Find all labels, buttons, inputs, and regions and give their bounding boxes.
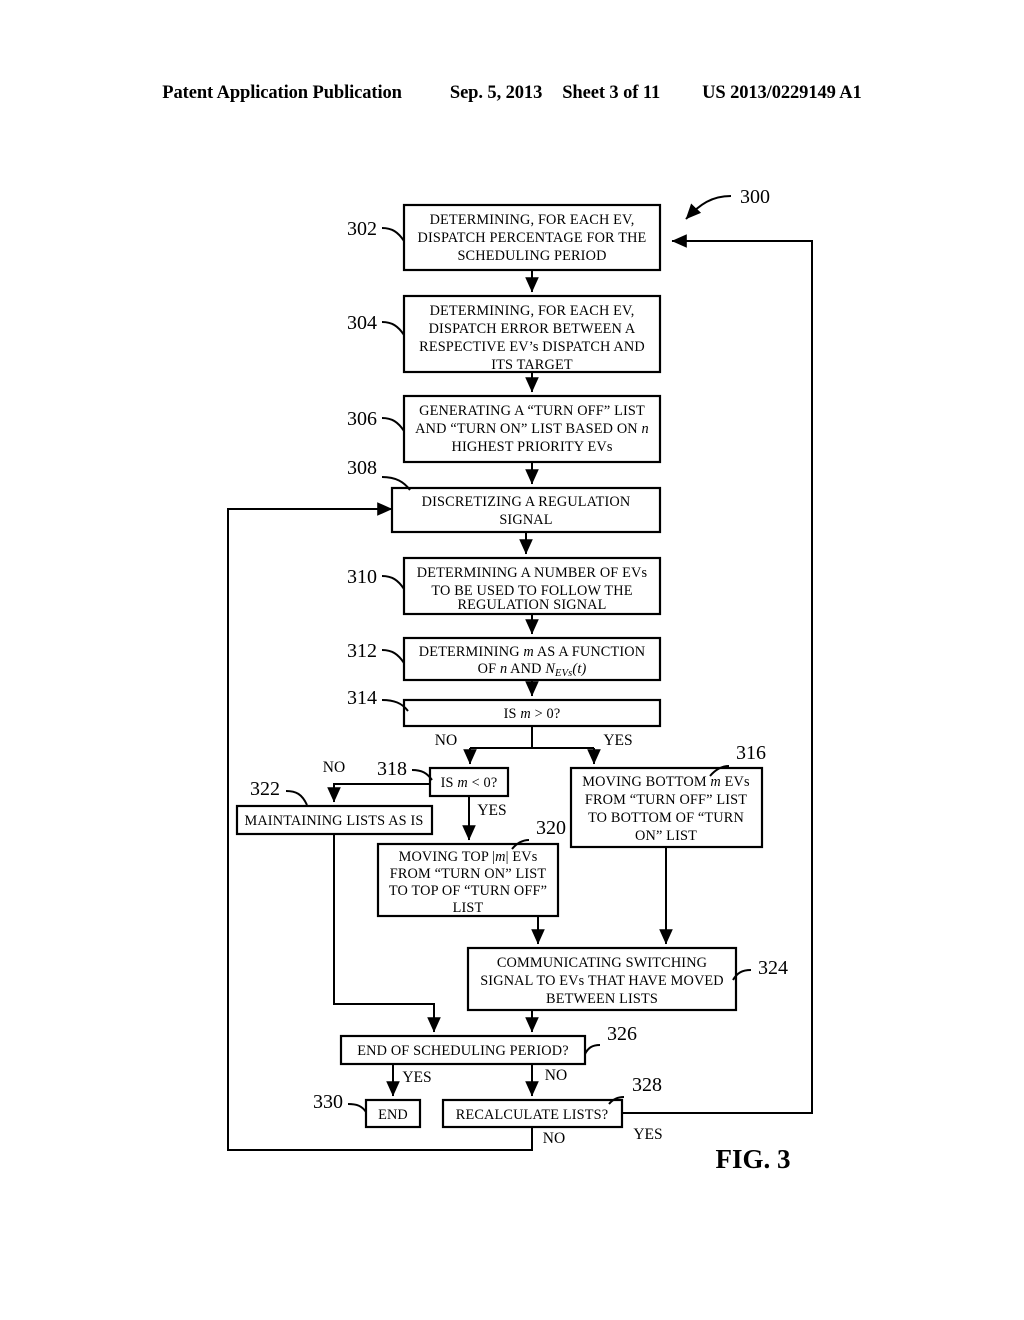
node-314: IS m > 0? 314: [347, 687, 662, 728]
node-318-line-0-render: IS m < 0?: [441, 775, 498, 791]
figure-3-flowchart: 300 DETERMINING, FOR EACH EV, DISPATCH P…: [0, 0, 1024, 1320]
node-324-line-1: SIGNAL TO EVs THAT HAVE MOVED: [480, 973, 724, 989]
node-314-line-0-render: IS m > 0?: [504, 706, 561, 722]
ref-label-306: 306: [347, 408, 377, 430]
node-310-line-0: DETERMINING A NUMBER OF EVs: [417, 565, 648, 581]
node-308-line-0: DISCRETIZING A REGULATION: [422, 494, 631, 510]
node-320-line-2: TO TOP OF “TURN OFF”: [389, 883, 547, 899]
node-316: MOVING BOTTOM m EVs FROM “TURN OFF” LIST…: [569, 742, 766, 849]
node-310: DETERMINING A NUMBER OF EVs TO BE USED T…: [347, 556, 662, 616]
ref-label-316: 316: [736, 742, 766, 764]
edge-label-314-no: NO: [435, 732, 457, 749]
node-302: DETERMINING, FOR EACH EV, DISPATCH PERCE…: [347, 203, 662, 272]
edge-label-328-yes: YES: [633, 1126, 662, 1143]
edge-326-yes: YES: [386, 1064, 432, 1097]
node-328: RECALCULATE LISTS? 328 YES NO: [441, 1074, 663, 1147]
edge-label-314-yes: YES: [603, 732, 632, 749]
node-306-line-1-render: AND “TURN ON” LIST BASED ON n: [415, 421, 649, 437]
edge-318-yes: YES: [462, 796, 507, 841]
edge-label-326-no: NO: [545, 1067, 567, 1084]
node-302-line-1: DISPATCH PERCENTAGE FOR THE: [418, 230, 647, 246]
node-304: DETERMINING, FOR EACH EV, DISPATCH ERROR…: [347, 294, 662, 374]
node-328-line-0: RECALCULATE LISTS?: [456, 1107, 608, 1123]
node-324-line-0: COMMUNICATING SWITCHING: [497, 955, 707, 971]
node-304-line-0: DETERMINING, FOR EACH EV,: [430, 303, 635, 319]
node-316-line-2: TO BOTTOM OF “TURN: [588, 810, 744, 826]
node-302-line-0: DETERMINING, FOR EACH EV,: [430, 212, 635, 228]
ref-label-304: 304: [347, 312, 377, 334]
flowchart-svg: 300 DETERMINING, FOR EACH EV, DISPATCH P…: [227, 186, 813, 1174]
node-316-line-0-render: MOVING BOTTOM m EVs: [582, 774, 750, 790]
ref-label-300: 300: [740, 186, 770, 208]
node-316-line-1: FROM “TURN OFF” LIST: [585, 792, 747, 808]
ref-label-328: 328: [632, 1074, 662, 1096]
node-310-line-2: REGULATION SIGNAL: [457, 597, 606, 613]
ref-label-326: 326: [607, 1023, 637, 1045]
node-308: DISCRETIZING A REGULATION SIGNAL 308: [347, 457, 662, 534]
diagram-ref-300: 300: [685, 186, 770, 220]
ref-label-302: 302: [347, 218, 377, 240]
node-322-line-0: MAINTAINING LISTS AS IS: [244, 813, 423, 829]
edge-label-326-yes: YES: [402, 1069, 431, 1086]
ref-label-310: 310: [347, 566, 377, 588]
edge-label-318-no: NO: [323, 759, 345, 776]
figure-label: FIG. 3: [715, 1144, 790, 1174]
ref-label-312: 312: [347, 640, 377, 662]
node-316-line-3: ON” LIST: [635, 828, 697, 844]
node-306-line-2: HIGHEST PRIORITY EVs: [451, 439, 612, 455]
node-304-line-2: RESPECTIVE EV’s DISPATCH AND: [419, 339, 645, 355]
node-302-line-2: SCHEDULING PERIOD: [457, 248, 606, 264]
ref-label-324: 324: [758, 957, 788, 979]
node-320-line-0-render: MOVING TOP |m| EVs: [399, 849, 538, 865]
node-330: END 330: [313, 1091, 422, 1129]
node-308-line-1: SIGNAL: [499, 512, 552, 528]
node-320-line-3: LIST: [453, 900, 484, 916]
ref-label-314: 314: [347, 687, 377, 709]
node-304-line-3: ITS TARGET: [491, 357, 573, 373]
node-326: END OF SCHEDULING PERIOD? 326: [339, 1023, 637, 1066]
node-304-line-1: DISPATCH ERROR BETWEEN A: [429, 321, 636, 337]
edge-label-328-no: NO: [543, 1130, 565, 1147]
edge-326-no: NO: [525, 1064, 567, 1097]
node-330-line-0: END: [378, 1107, 408, 1123]
ref-label-318: 318: [377, 758, 407, 780]
node-318: IS m < 0? 318: [377, 758, 510, 798]
node-320-line-1: FROM “TURN ON” LIST: [390, 866, 547, 882]
edge-314-split: NO YES: [435, 726, 633, 765]
node-306-line-0: GENERATING A “TURN OFF” LIST: [419, 403, 645, 419]
node-312: DETERMINING m AS A FUNCTION OF n AND NEV…: [347, 636, 662, 682]
node-312-line-0-render: DETERMINING m AS A FUNCTION: [419, 644, 645, 660]
edge-label-318-yes: YES: [477, 802, 506, 819]
ref-label-322: 322: [250, 778, 280, 800]
ref-label-320: 320: [536, 817, 566, 839]
node-324-line-2: BETWEEN LISTS: [546, 991, 658, 1007]
ref-label-330: 330: [313, 1091, 343, 1113]
node-306: GENERATING A “TURN OFF” LIST AND “TURN O…: [347, 394, 662, 464]
ref-label-308: 308: [347, 457, 377, 479]
node-324: COMMUNICATING SWITCHING SIGNAL TO EVs TH…: [466, 946, 788, 1012]
node-326-line-0: END OF SCHEDULING PERIOD?: [357, 1043, 568, 1059]
